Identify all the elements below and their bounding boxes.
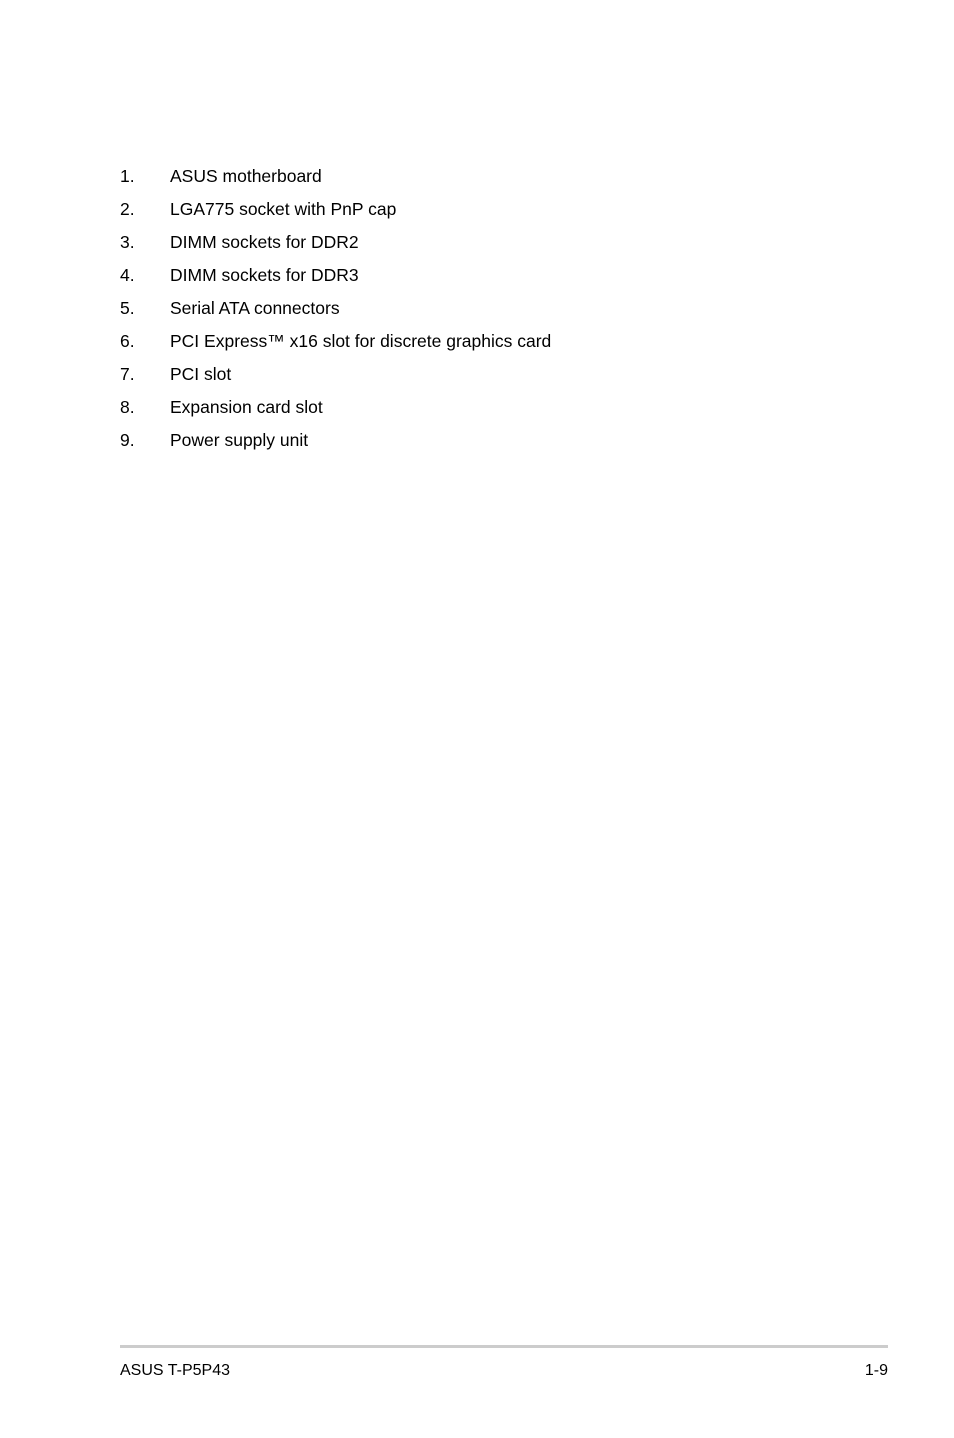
list-item-number: 8. [120, 397, 135, 417]
list-item-number: 9. [120, 430, 135, 450]
numbered-list-section: 1. ASUS motherboard 2. LGA775 socket wit… [120, 160, 888, 457]
list-item-label: LGA775 socket with PnP cap [170, 199, 397, 219]
component-list: 1. ASUS motherboard 2. LGA775 socket wit… [120, 160, 888, 457]
list-item: 3. DIMM sockets for DDR2 [120, 226, 888, 259]
footer-product-name: ASUS T-P5P43 [120, 1362, 230, 1379]
list-item-label: Serial ATA connectors [170, 298, 340, 318]
list-item-number: 6. [120, 331, 135, 351]
list-item: 2. LGA775 socket with PnP cap [120, 193, 888, 226]
list-item-number: 1. [120, 166, 135, 186]
list-item-number: 5. [120, 298, 135, 318]
list-item-number: 7. [120, 364, 135, 384]
list-item-label: Power supply unit [170, 430, 309, 450]
list-item: 5. Serial ATA connectors [120, 292, 888, 325]
list-item: 1. ASUS motherboard [120, 160, 888, 193]
list-item-label: ASUS motherboard [170, 166, 322, 186]
list-item: 8. Expansion card slot [120, 391, 888, 424]
footer-row: ASUS T-P5P43 1-9 [120, 1362, 888, 1380]
footer-page-number: 1-9 [864, 1362, 888, 1379]
list-item-label: DIMM sockets for DDR3 [170, 265, 359, 285]
list-item: 6. PCI Express™ x16 slot for discrete gr… [120, 325, 888, 358]
list-item-number: 2. [120, 199, 135, 219]
list-item-label: Expansion card slot [170, 397, 323, 417]
list-item-label: PCI slot [170, 364, 232, 384]
document-page: 1. ASUS motherboard 2. LGA775 socket wit… [0, 0, 954, 1438]
list-item-label: DIMM sockets for DDR2 [170, 232, 359, 252]
list-item-number: 3. [120, 232, 135, 252]
list-item-number: 4. [120, 265, 135, 285]
footer-divider [120, 1345, 888, 1348]
list-item: 9. Power supply unit [120, 424, 888, 457]
page-footer: ASUS T-P5P43 1-9 [120, 1345, 888, 1380]
list-item-label: PCI Express™ x16 slot for discrete graph… [170, 331, 552, 351]
list-item: 4. DIMM sockets for DDR3 [120, 259, 888, 292]
list-item: 7. PCI slot [120, 358, 888, 391]
